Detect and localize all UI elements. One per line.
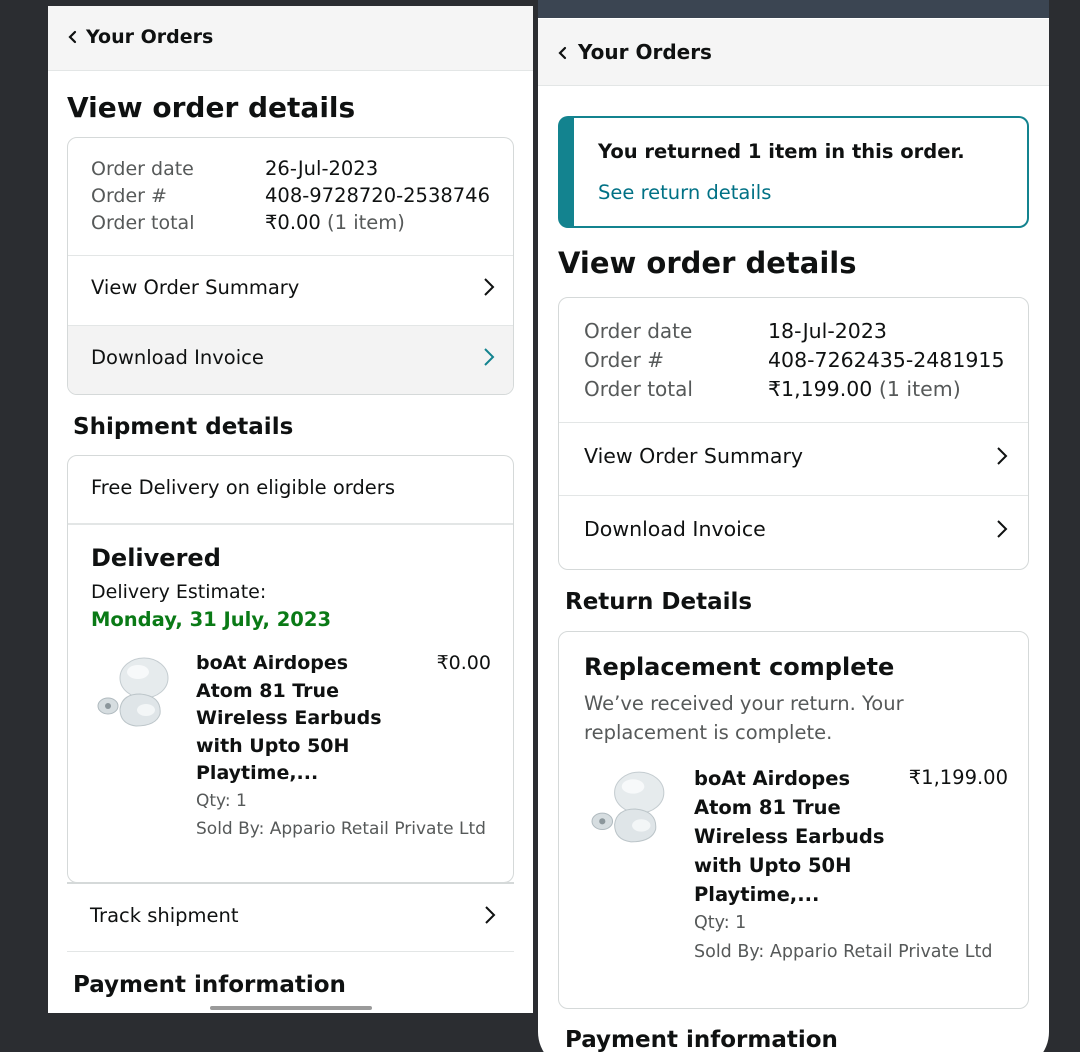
order-date-value: 18-Jul-2023 [768,319,887,343]
back-to-your-orders-link[interactable]: Your Orders [578,40,712,64]
product-title-link[interactable]: boAt Airdopes Atom 81 True Wireless Earb… [196,650,411,788]
delivery-estimate-label: Delivery Estimate: [91,581,267,603]
return-details-heading: Return Details [565,589,753,615]
download-invoice-label: Download Invoice [91,346,264,369]
product-qty: Qty: 1 [196,791,247,811]
order-info-card: Order date 18-Jul-2023 Order # 408-72624… [558,297,1029,570]
order-total-value: ₹0.00 (1 item) [265,211,405,234]
shipment-details-heading: Shipment details [73,414,294,440]
order-total-label: Order total [91,212,195,234]
back-to-your-orders-link[interactable]: Your Orders [86,26,213,48]
order-total-value: ₹1,199.00 (1 item) [768,377,961,401]
view-order-summary-row[interactable]: View Order Summary [559,422,1028,495]
product-qty: Qty: 1 [694,913,747,933]
replacement-status: Replacement complete [584,653,895,681]
top-nav-bar: Your Orders [538,19,1049,86]
earbuds-product-image[interactable] [92,654,180,732]
chevron-right-icon [997,447,1008,465]
left-order-screen: Your Orders View order details Order dat… [48,6,533,1013]
see-return-details-link[interactable]: See return details [598,181,771,204]
divider [68,523,513,525]
order-item-count: (1 item) [327,211,405,234]
order-number-value: 408-7262435-2481915 [768,348,1005,372]
download-invoice-label: Download Invoice [584,517,766,541]
chevron-left-icon[interactable] [556,44,570,62]
shipment-card: Free Delivery on eligible orders Deliver… [67,455,514,883]
top-nav-bar: Your Orders [48,6,533,71]
view-order-summary-label: View Order Summary [91,276,300,299]
payment-information-heading: Payment information [73,972,346,998]
right-order-screen: Your Orders You returned 1 item in this … [538,0,1049,1052]
order-number-label: Order # [584,348,664,372]
status-bar [538,0,1049,18]
replacement-description: We’ve received your return. Your replace… [584,692,904,744]
return-notice-message: You returned 1 item in this order. [598,140,965,163]
delivery-estimate-date: Monday, 31 July, 2023 [91,608,332,631]
product-title-link[interactable]: boAt Airdopes Atom 81 True Wireless Earb… [694,764,894,909]
product-seller: Sold By: Appario Retail Private Ltd [196,819,486,839]
order-total-amount: ₹1,199.00 [768,377,873,401]
product-seller: Sold By: Appario Retail Private Ltd [694,942,993,962]
earbuds-product-image[interactable] [585,768,677,848]
chevron-left-icon[interactable] [66,28,80,46]
track-shipment-label: Track shipment [90,904,239,927]
chevron-right-icon [484,348,495,366]
return-card: Replacement complete We’ve received your… [558,631,1029,1009]
chevron-right-icon [485,906,496,924]
order-date-value: 26-Jul-2023 [265,157,379,180]
chevron-right-icon [997,520,1008,538]
order-total-label: Order total [584,377,693,401]
payment-information-heading: Payment information [565,1027,838,1052]
page-title: View order details [67,91,356,124]
order-info-card: Order date 26-Jul-2023 Order # 408-97287… [67,137,514,395]
view-order-summary-label: View Order Summary [584,444,804,468]
free-delivery-text: Free Delivery on eligible orders [91,476,395,499]
page-title: View order details [558,246,857,280]
return-notice-banner: You returned 1 item in this order. See r… [558,116,1029,228]
product-price: ₹0.00 [436,652,491,674]
product-price: ₹1,199.00 [908,766,1008,789]
order-number-label: Order # [91,185,167,207]
order-number-value: 408-9728720-2538746 [265,184,490,207]
order-total-amount: ₹0.00 [265,211,321,234]
download-invoice-row[interactable]: Download Invoice [68,325,513,394]
order-date-label: Order date [91,158,194,180]
download-invoice-row[interactable]: Download Invoice [559,495,1028,569]
view-order-summary-row[interactable]: View Order Summary [68,255,513,325]
delivery-status: Delivered [91,544,221,572]
order-date-label: Order date [584,319,693,343]
order-item-count: (1 item) [878,377,961,401]
home-indicator-bar[interactable] [210,1006,372,1010]
chevron-right-icon [484,278,495,296]
track-shipment-row[interactable]: Track shipment [67,882,514,952]
